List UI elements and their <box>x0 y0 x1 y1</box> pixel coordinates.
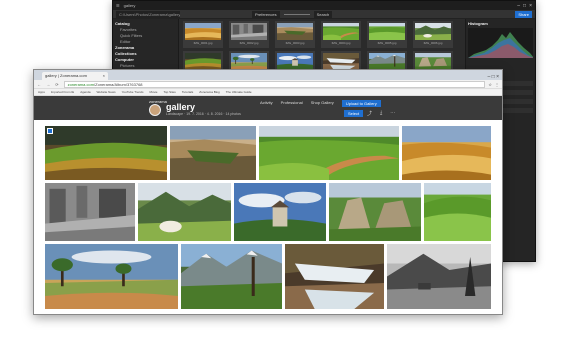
thumbnail-image <box>415 23 451 40</box>
bookmark-item[interactable]: Website News <box>97 90 116 94</box>
photo-gallery <box>34 120 502 309</box>
tab-close-icon[interactable]: × <box>103 73 105 79</box>
select-checkbox-icon[interactable] <box>47 128 53 134</box>
gallery-photo[interactable] <box>402 126 491 180</box>
thumbnail[interactable]: IMG_0005.jpg <box>367 21 407 48</box>
bookmarks-bar: Apps Imported From IE Agenda Website News Yo… <box>34 89 502 96</box>
thumbnail-image <box>369 23 405 40</box>
gallery-photo[interactable] <box>45 244 178 309</box>
thumbnail[interactable]: IMG_0006.jpg <box>413 21 453 48</box>
bookmark-item[interactable]: Movie <box>149 90 157 94</box>
thumbnail-image <box>185 53 221 70</box>
back-forward-reload-icons[interactable]: ← → ⟳ <box>37 82 61 87</box>
site-logo[interactable]: zonerama <box>149 99 167 104</box>
thumbnail-image <box>415 53 451 70</box>
url-domain: zonerama.com <box>67 81 95 87</box>
thumbnail-size-slider[interactable] <box>283 13 310 15</box>
gallery-photo[interactable] <box>170 126 256 180</box>
thumbnail-caption: IMG_0003.jpg <box>285 41 305 45</box>
avatar[interactable] <box>149 104 161 116</box>
url-path: /Zonerama/Album/3763768 <box>94 81 143 87</box>
gallery-photo[interactable] <box>234 183 326 241</box>
folder-path-field[interactable]: C:\Users\Photos\Zonerama\gallery <box>116 10 180 18</box>
desktop-toolbar: C:\Users\Photos\Zonerama\gallery Prefere… <box>113 10 535 19</box>
thumbnail[interactable]: IMG_0001.jpg <box>183 21 223 48</box>
gallery-photo[interactable] <box>329 183 421 241</box>
gallery-subtitle: Landscape · 19. 7. 2016 · 4. 8. 2016 · 1… <box>166 112 241 116</box>
thumbnail-caption: IMG_0001.jpg <box>193 41 213 45</box>
thumbnail-caption: IMG_0002.jpg <box>239 41 259 45</box>
thumbnail[interactable]: IMG_0003.jpg <box>275 21 315 48</box>
thumbnail-image <box>323 53 359 70</box>
gallery-photo[interactable] <box>45 183 135 241</box>
url-field[interactable]: zonerama.com/Zonerama/Album/3763768 <box>63 80 486 88</box>
thumbnail-caption: IMG_0004.jpg <box>331 41 351 45</box>
thumbnail-image <box>231 53 267 70</box>
desktop-window-title: gallery <box>123 3 136 8</box>
desktop-search-field[interactable]: Search <box>313 10 333 18</box>
nav-professional[interactable]: Professional <box>281 100 303 107</box>
thumbnail-image <box>277 23 313 40</box>
window-controls[interactable]: – □ × <box>488 74 503 80</box>
thumbnail-image <box>323 23 359 40</box>
gallery-title: gallery <box>166 102 196 112</box>
maximize-icon[interactable]: □ <box>523 3 526 9</box>
gallery-photo[interactable] <box>181 244 282 309</box>
thumbnail-image <box>369 53 405 70</box>
nav-shop-gallery[interactable]: Shop Gallery <box>311 100 334 107</box>
select-button[interactable]: Select <box>344 110 364 117</box>
star-icon[interactable]: ☆ <box>488 82 492 87</box>
share-button[interactable]: Share <box>515 10 532 18</box>
bookmark-item[interactable]: Tutorials <box>182 90 193 94</box>
bookmark-item[interactable]: Apps <box>38 90 45 94</box>
thumbnail[interactable]: IMG_0002.jpg <box>229 21 269 48</box>
site-header: zonerama gallery Landscape · 19. 7. 2016… <box>34 96 502 120</box>
browser-tab-title: gallery | Zonerama.com <box>45 73 87 78</box>
browser-window[interactable]: gallery | Zonerama.com × – □ × ← → ⟳ zon… <box>33 69 503 315</box>
bookmark-item[interactable]: The Ultimate Guide <box>226 90 252 94</box>
histogram-graph <box>468 28 533 58</box>
thumbnail-caption: IMG_0006.jpg <box>423 41 443 45</box>
minimize-icon[interactable]: – <box>517 3 520 9</box>
bookmark-item[interactable]: Top Sites <box>163 90 175 94</box>
app-menu-icon[interactable]: ☰ <box>116 3 120 8</box>
nav-activity[interactable]: Activity <box>260 100 273 107</box>
share-icon[interactable]: ⤴ <box>367 110 372 117</box>
thumbnail-image <box>277 53 313 70</box>
histogram-header: Histogram <box>468 21 488 26</box>
thumbnail-image <box>231 23 267 40</box>
sort-dropdown[interactable]: Preferences <box>252 10 280 18</box>
browser-tab[interactable]: gallery | Zonerama.com × <box>42 72 108 80</box>
more-icon[interactable]: ⋯ <box>390 110 395 117</box>
browser-tabstrip: gallery | Zonerama.com × – □ × <box>34 70 502 80</box>
thumbnail[interactable]: IMG_0004.jpg <box>321 21 361 48</box>
bookmark-item[interactable]: YouTube Trends <box>122 90 144 94</box>
gallery-photo[interactable] <box>424 183 491 241</box>
gallery-photo[interactable] <box>259 126 399 180</box>
menu-icon[interactable]: ⋮ <box>495 82 499 87</box>
close-icon[interactable]: × <box>529 3 532 9</box>
site-nav: Activity Professional Shop Gallery Uploa… <box>260 100 381 107</box>
gallery-photo[interactable] <box>285 244 384 309</box>
desktop-titlebar: ☰ gallery – □ × <box>113 1 535 10</box>
upload-button[interactable]: Upload to Gallery <box>341 100 381 107</box>
address-bar: ← → ⟳ zonerama.com/Zonerama/Album/376376… <box>34 80 502 89</box>
gallery-photo[interactable] <box>45 126 167 180</box>
bookmark-item[interactable]: Zonerama Blog <box>199 90 220 94</box>
gallery-photo[interactable] <box>138 183 231 241</box>
bookmark-item[interactable]: Agenda <box>80 90 90 94</box>
thumbnail-image <box>185 23 221 40</box>
download-icon[interactable]: ⤓ <box>380 110 382 117</box>
bookmark-item[interactable]: Imported From IE <box>51 90 74 94</box>
gallery-photo[interactable] <box>387 244 491 309</box>
thumbnail-caption: IMG_0005.jpg <box>377 41 397 45</box>
